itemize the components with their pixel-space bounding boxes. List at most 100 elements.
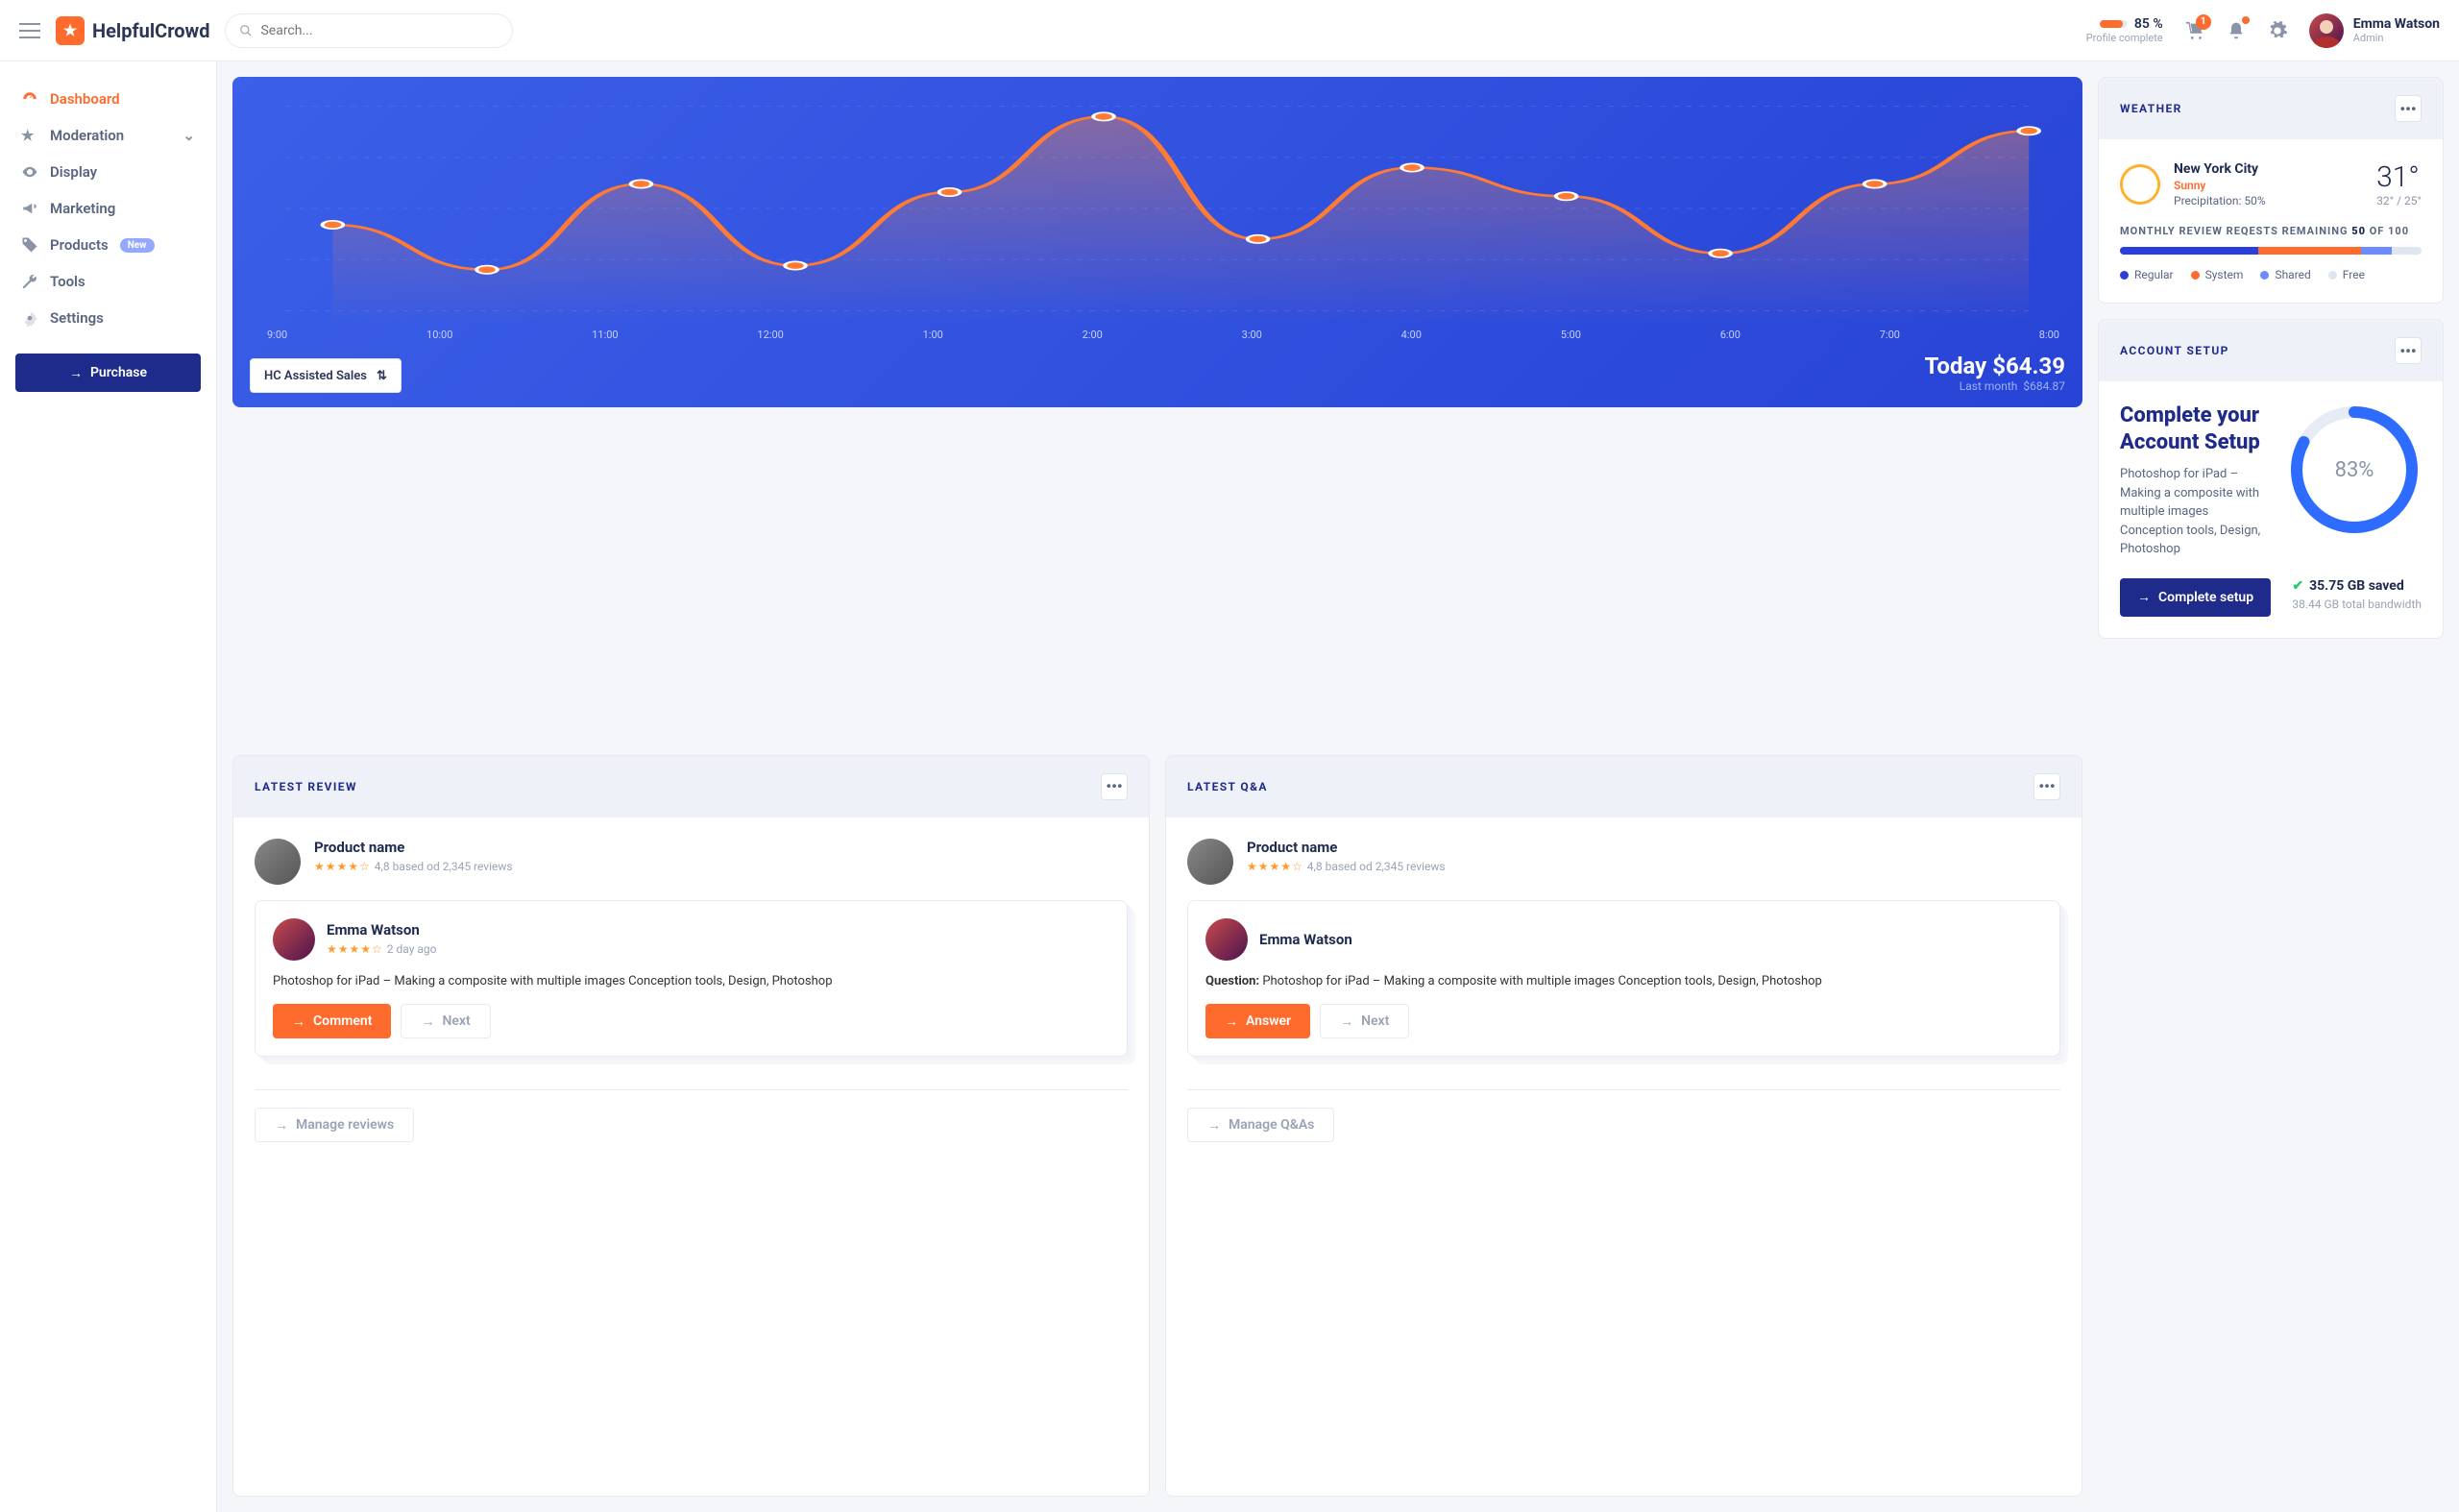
product-name: Product name [1247,839,1446,856]
search-input[interactable] [225,13,513,48]
product-name: Product name [314,839,513,856]
last-label: Last month [1960,379,2018,393]
sidebar-item-moderation[interactable]: ★ Moderation ⌄ [15,117,201,154]
sidebar-item-label: Settings [50,309,104,327]
asker-avatar [1205,918,1248,961]
chart-selector-button[interactable]: HC Assisted Sales ⇅ [250,358,402,393]
account-pct: 83% [2287,402,2422,537]
arrow-right-icon: → [421,1013,434,1030]
bell-dot [2242,16,2250,24]
sidebar-item-settings[interactable]: Settings [15,300,201,336]
rating-text: 4,8 based od 2,345 reviews [1307,860,1446,873]
answer-button[interactable]: →Answer [1205,1004,1310,1038]
sidebar-item-products[interactable]: Products New [15,227,201,263]
weather-card: WEATHER ••• New York City Sunny Precipit… [2098,77,2444,304]
qa-item: Emma Watson Question: Photoshop for iPad… [1187,900,2060,1058]
star-icon: ★ [21,127,38,144]
weather-title: WEATHER [2120,102,2182,115]
account-title: ACCOUNT SETUP [2120,344,2229,357]
chart-selector-label: HC Assisted Sales [264,369,367,383]
logo-mark-icon: ★ [56,16,85,45]
weather-menu-button[interactable]: ••• [2395,95,2422,122]
arrow-right-icon: → [1207,1117,1221,1134]
reviewer-name: Emma Watson [327,921,436,939]
arrow-right-icon: → [1340,1013,1353,1030]
search-field[interactable] [260,23,499,38]
profile-pct: 85 % [2134,16,2163,32]
complete-setup-button[interactable]: → Complete setup [2120,578,2271,617]
today-label: Today [1925,353,1987,379]
arrow-right-icon: → [1225,1013,1238,1030]
account-heading: Complete your Account Setup [2120,402,2268,455]
latest-review-menu-button[interactable]: ••• [1101,773,1128,800]
star-rating-icon: ★★★★☆ [327,942,383,956]
comment-button[interactable]: →Comment [273,1004,391,1038]
gear-icon[interactable] [2267,20,2288,41]
star-rating-icon: ★★★★☆ [1247,860,1303,873]
gauge-icon [21,90,38,108]
review-requests-bar [2120,247,2422,255]
wrench-icon [21,273,38,290]
tag-icon [21,236,38,254]
today-value: $64.39 [1992,353,2065,379]
review-body: Photoshop for iPad – Making a composite … [273,972,1109,991]
line-chart [250,92,2065,325]
cog-icon [21,309,38,327]
sidebar-item-label: Moderation [50,127,124,144]
user-menu[interactable]: Emma Watson Admin [2309,13,2440,48]
cart-badge: 1 [2196,14,2211,30]
sidebar-item-dashboard[interactable]: Dashboard [15,81,201,117]
latest-qa-menu-button[interactable]: ••• [2033,773,2060,800]
next-review-button[interactable]: →Next [401,1004,490,1038]
review-item: Emma Watson ★★★★☆ 2 day ago Photoshop fo… [255,900,1128,1058]
sidebar-item-label: Marketing [50,200,115,217]
chevron-down-icon: ⌄ [183,127,195,144]
sidebar-item-marketing[interactable]: Marketing [15,190,201,227]
weather-range: 32° / 25° [2376,194,2422,207]
manage-reviews-button[interactable]: →Manage reviews [255,1108,414,1142]
star-rating-icon: ★★★★☆ [314,860,371,873]
arrow-right-icon: → [2137,589,2151,605]
account-setup-card: ACCOUNT SETUP ••• Complete your Account … [2098,319,2444,639]
review-requests-title: MONTHLY REVIEW REQESTS REMAINING 50 OF 1… [2120,225,2422,237]
profile-label: Profile complete [2086,32,2163,44]
bandwidth-text: 38.44 GB total bandwidth [2292,597,2422,611]
latest-review-card: LATEST REVIEW ••• Product name ★★★★☆ 4,8… [232,755,1150,1497]
review-requests-legend: RegularSystemSharedFree [2120,268,2422,281]
weather-temp: 31° [2376,160,2422,194]
asker-name: Emma Watson [1259,931,1352,948]
profile-progress: 85 % Profile complete [2086,16,2163,44]
cart-icon[interactable]: 1 [2184,20,2205,41]
user-name: Emma Watson [2353,16,2440,32]
rating-text: 4,8 based od 2,345 reviews [375,860,513,873]
top-header: ★ HelpfulCrowd 85 % Profile complete 1 [0,0,2459,61]
sidebar-item-label: Products [50,236,109,254]
bell-icon[interactable] [2227,20,2246,41]
next-qa-button[interactable]: →Next [1320,1004,1409,1038]
search-icon [239,24,253,37]
qa-body: Question: Photoshop for iPad – Making a … [1205,972,2042,991]
account-progress-ring: 83% [2287,402,2422,537]
hamburger-icon[interactable] [19,23,40,38]
latest-qa-card: LATEST Q&A ••• Product name ★★★★☆ 4,8 ba… [1165,755,2082,1497]
account-menu-button[interactable]: ••• [2395,337,2422,364]
reviewer-avatar [273,918,315,961]
sidebar: Dashboard ★ Moderation ⌄ Display Marketi… [0,61,217,1512]
manage-qas-button[interactable]: →Manage Q&As [1187,1108,1334,1142]
gb-saved: ✔35.75 GB saved [2292,578,2422,594]
weather-condition: Sunny [2174,179,2266,192]
today-total: Today $64.39 [1925,353,2065,379]
sun-icon [2120,164,2160,205]
brand-logo[interactable]: ★ HelpfulCrowd [56,16,209,45]
sidebar-item-tools[interactable]: Tools [15,263,201,300]
sort-icon: ⇅ [377,369,387,383]
new-pill: New [120,238,155,253]
sidebar-item-display[interactable]: Display [15,154,201,190]
weather-city: New York City [2174,161,2266,177]
account-desc: Photoshop for iPad – Making a composite … [2120,465,2268,559]
eye-icon [21,163,38,181]
avatar [2309,13,2344,48]
chart-x-labels: 9:0010:0011:0012:001:002:003:004:005:006… [250,329,2065,341]
user-role: Admin [2353,32,2440,44]
purchase-button[interactable]: → Purchase [15,354,201,392]
